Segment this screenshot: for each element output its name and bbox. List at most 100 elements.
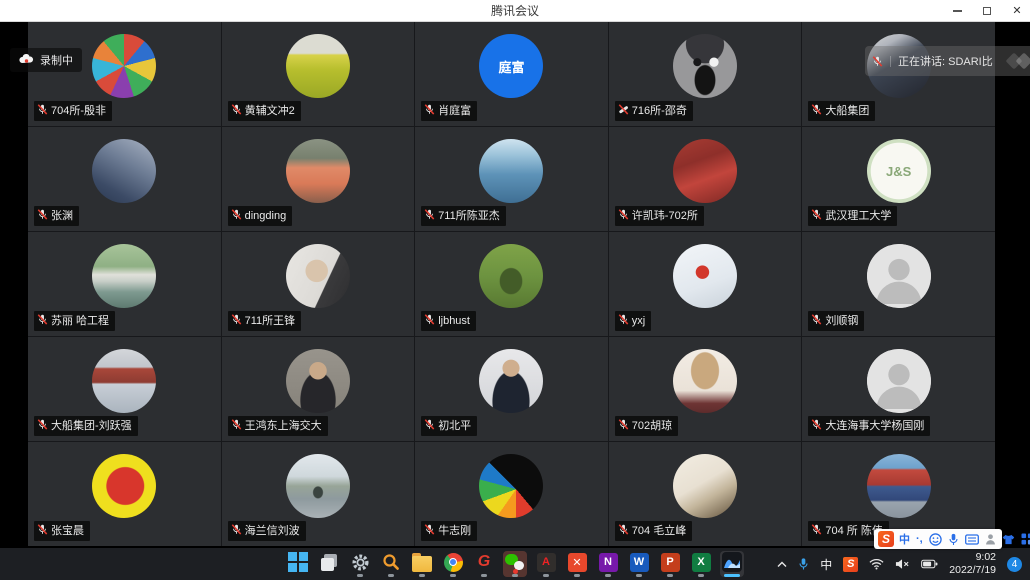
participant-tile[interactable]: 716所-邵奇 (609, 22, 802, 126)
avatar (286, 139, 350, 203)
participant-tile[interactable]: 初北平 (415, 337, 608, 441)
taskbar-app-g-app[interactable]: G (472, 551, 496, 577)
phone-muted-icon (618, 104, 629, 118)
tray-mic-icon[interactable] (798, 557, 809, 571)
participant-name-badge: 刘顺钢 (808, 311, 864, 331)
ime-zh-icon[interactable]: 中 (899, 531, 910, 547)
participant-name: 武汉理工大学 (825, 211, 891, 222)
taskbar-app-word[interactable]: W (627, 551, 651, 577)
ime-icons: 中 ·, (899, 531, 1030, 547)
taskbar-app-task-view[interactable] (317, 551, 341, 577)
participant-tile[interactable]: 大连海事大学杨国刚 (802, 337, 995, 441)
participant-tile[interactable]: 大船集团-刘跃强 (28, 337, 221, 441)
participant-name: 牛志刚 (438, 526, 471, 537)
taskbar-app-search[interactable] (379, 551, 403, 577)
participant-tile[interactable]: 704 毛立峰 (609, 442, 802, 546)
participant-tile[interactable]: 许凯玮-702所 (609, 127, 802, 231)
participant-tile[interactable]: 702胡琼 (609, 337, 802, 441)
avatar (479, 349, 543, 413)
tray-time: 9:02 (976, 551, 996, 563)
participant-name-badge: 武汉理工大学 (808, 206, 897, 226)
tray-battery-icon[interactable] (921, 559, 938, 569)
taskbar-app-explorer[interactable] (410, 551, 434, 577)
tray-date: 2022/7/19 (949, 564, 996, 576)
notification-badge[interactable]: 4 (1007, 557, 1022, 572)
avatar (673, 34, 737, 98)
participant-name: 张宝晨 (51, 526, 84, 537)
avatar (92, 454, 156, 518)
ime-grid-icon[interactable] (1021, 533, 1030, 545)
participant-tile[interactable]: 海兰信刘波 (222, 442, 415, 546)
participant-tile[interactable]: ljbhust (415, 232, 608, 336)
mic-muted-icon (37, 524, 48, 538)
participant-tile[interactable]: 711所王锋 (222, 232, 415, 336)
tray-volume-muted-icon[interactable] (895, 558, 910, 570)
participant-name-badge: dingding (228, 206, 293, 226)
taskbar-app-meeting[interactable] (720, 551, 744, 577)
tray-chevron-up-icon[interactable] (777, 561, 787, 568)
avatar (286, 34, 350, 98)
participant-name: dingding (245, 211, 287, 222)
taskbar-app-excel[interactable]: X (689, 551, 713, 577)
taskbar-app-x-app[interactable]: ✕ (565, 551, 589, 577)
ime-kbd-icon[interactable] (965, 534, 979, 545)
participant-name: 702胡琼 (632, 421, 672, 432)
mic-muted-icon (424, 524, 435, 538)
participant-tile[interactable]: dingding (222, 127, 415, 231)
tray-clock[interactable]: 9:02 2022/7/19 (949, 551, 996, 576)
participant-name-badge: 711所王锋 (228, 311, 302, 331)
recording-badge[interactable]: 录制中 (10, 48, 82, 72)
tray-wifi-icon[interactable] (869, 558, 884, 570)
participant-tile[interactable]: J&S 武汉理工大学 (802, 127, 995, 231)
minimize-icon[interactable] (950, 4, 964, 18)
taskbar-app-wechat[interactable] (503, 551, 527, 577)
taskbar-app-chrome[interactable] (441, 551, 465, 577)
ime-punct-icon[interactable]: ·, (916, 533, 923, 545)
participant-tile[interactable]: 刘顺钢 (802, 232, 995, 336)
participant-tile[interactable]: 张渊 (28, 127, 221, 231)
sogou-logo-icon[interactable]: S (878, 531, 894, 547)
taskbar-app-powerpoint[interactable]: P (658, 551, 682, 577)
participant-name-badge: 704所-殷非 (34, 101, 112, 121)
participant-name-badge: 牛志刚 (421, 521, 477, 541)
participant-tile[interactable]: 黄辅文冲2 (222, 22, 415, 126)
mic-muted-icon (811, 209, 822, 223)
participant-tile[interactable]: 王鸿东上海交大 (222, 337, 415, 441)
participant-name: 初北平 (438, 421, 471, 432)
avatar (286, 244, 350, 308)
participant-tile[interactable]: 苏丽 哈工程 (28, 232, 221, 336)
mic-muted-icon (37, 104, 48, 118)
close-icon[interactable]: ✕ (1010, 4, 1024, 18)
mic-muted-icon (231, 524, 242, 538)
participant-name: 海兰信刘波 (245, 526, 300, 537)
participant-tile[interactable]: 711所陈亚杰 (415, 127, 608, 231)
taskbar: G A ✕ NWPX 中 S 9:02 2022/7/19 4 (0, 548, 1030, 580)
window-title: 腾讯会议 (491, 2, 539, 19)
window-titlebar: 腾讯会议 ✕ (0, 0, 1030, 22)
watermark-logo-icon (1006, 52, 1030, 70)
participant-tile[interactable]: 庭富 肖庭富 (415, 22, 608, 126)
participant-grid: 704所-殷非 黄辅文冲2 庭富 肖庭富 716所-邵奇 大船集团 (28, 22, 995, 546)
avatar (867, 244, 931, 308)
mic-muted-icon (424, 314, 435, 328)
taskbar-app-settings[interactable] (348, 551, 372, 577)
participant-tile[interactable]: 张宝晨 (28, 442, 221, 546)
taskbar-app-onenote[interactable]: N (596, 551, 620, 577)
participant-name-badge: 702胡琼 (615, 416, 678, 436)
participant-tile[interactable]: yxj (609, 232, 802, 336)
ime-face-icon[interactable] (929, 533, 942, 546)
tray-ime-mode[interactable]: 中 (820, 556, 832, 573)
mic-muted-icon (811, 104, 822, 118)
sogou-ime-toolbar: S 中 ·, (874, 529, 1002, 549)
participant-tile[interactable]: 牛志刚 (415, 442, 608, 546)
avatar (92, 244, 156, 308)
taskbar-app-acrobat[interactable]: A (534, 551, 558, 577)
participant-tile[interactable]: 704所-殷非 (28, 22, 221, 126)
tray-sogou-icon[interactable]: S (843, 557, 858, 572)
ime-mic-icon[interactable] (948, 533, 959, 546)
ime-shirt-icon[interactable] (1002, 534, 1015, 545)
taskbar-app-start[interactable] (286, 551, 310, 577)
participant-name-badge: yxj (615, 311, 651, 331)
maximize-icon[interactable] (980, 4, 994, 18)
ime-person-icon[interactable] (985, 533, 996, 545)
